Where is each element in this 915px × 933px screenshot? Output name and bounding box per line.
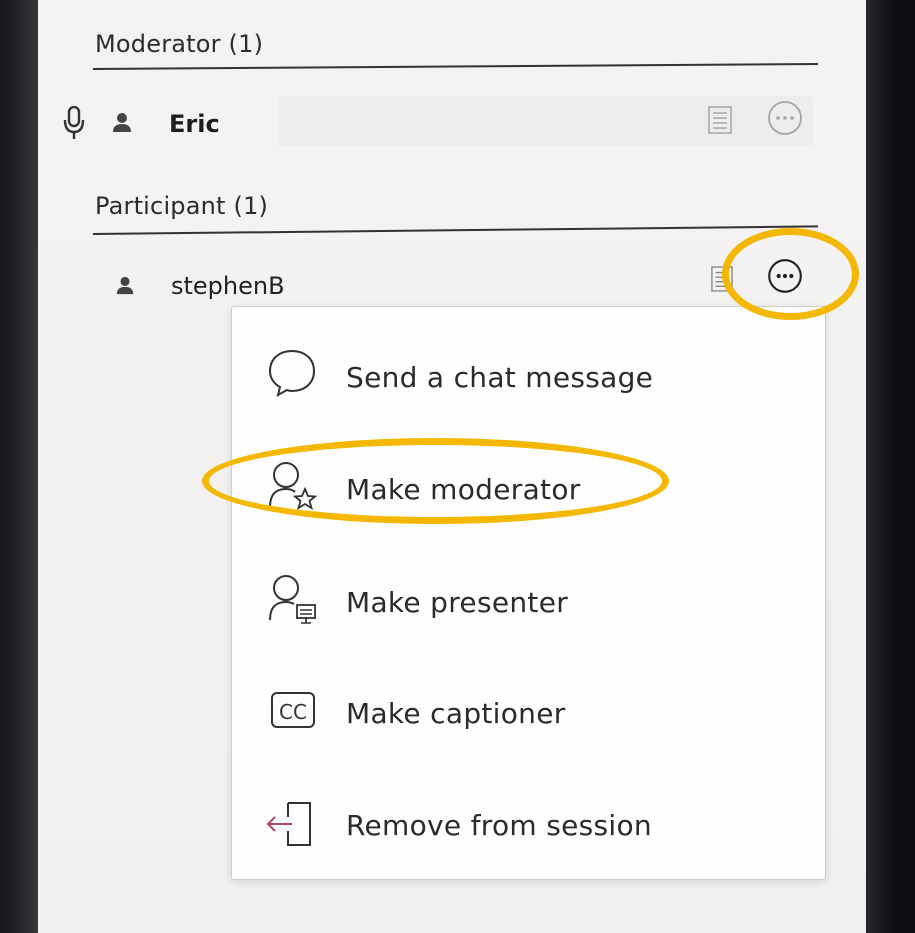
notes-icon[interactable] (708, 106, 732, 134)
more-options-icon[interactable] (766, 99, 804, 137)
menu-item-label: Send a chat message (346, 361, 654, 394)
participant-name: stephenB (171, 272, 285, 300)
menu-item-label: Make presenter (346, 586, 569, 619)
device-bezel-left (0, 0, 40, 933)
user-presenter-icon (269, 575, 316, 624)
moderator-section-header: Moderator (1) (95, 30, 264, 58)
make-presenter-menu-item[interactable]: Make presenter (232, 542, 827, 642)
row-highlight (278, 96, 813, 146)
moderator-row[interactable]: Eric (38, 96, 866, 152)
closed-caption-icon: CC (271, 692, 315, 728)
remove-from-session-menu-item[interactable]: Remove from session (232, 765, 827, 865)
chat-bubble-icon (268, 349, 316, 397)
user-star-icon (269, 462, 318, 510)
menu-item-label: Make captioner (346, 697, 566, 730)
attendees-panel: Moderator (1) Eric Participant (1) steph… (38, 0, 866, 933)
menu-item-label: Remove from session (346, 809, 652, 842)
menu-item-label: Make moderator (346, 473, 581, 506)
microphone-icon[interactable] (63, 106, 85, 140)
svg-text:CC: CC (279, 700, 307, 724)
moderator-section-divider (92, 62, 818, 70)
user-icon (116, 276, 134, 295)
more-options-icon[interactable] (765, 256, 805, 296)
make-moderator-menu-item[interactable]: Make moderator (232, 429, 827, 529)
participant-section-divider (92, 225, 818, 235)
user-icon (113, 113, 131, 132)
participant-section-header: Participant (1) (95, 192, 269, 220)
participant-context-menu: Send a chat message Make moderator Make … (231, 306, 826, 880)
make-captioner-menu-item[interactable]: CC Make captioner (232, 653, 827, 753)
exit-session-icon (266, 802, 311, 846)
moderator-name: Eric (169, 110, 220, 138)
send-chat-message-menu-item[interactable]: Send a chat message (232, 317, 827, 417)
notes-icon[interactable] (711, 264, 733, 294)
device-bezel-right (862, 0, 915, 933)
